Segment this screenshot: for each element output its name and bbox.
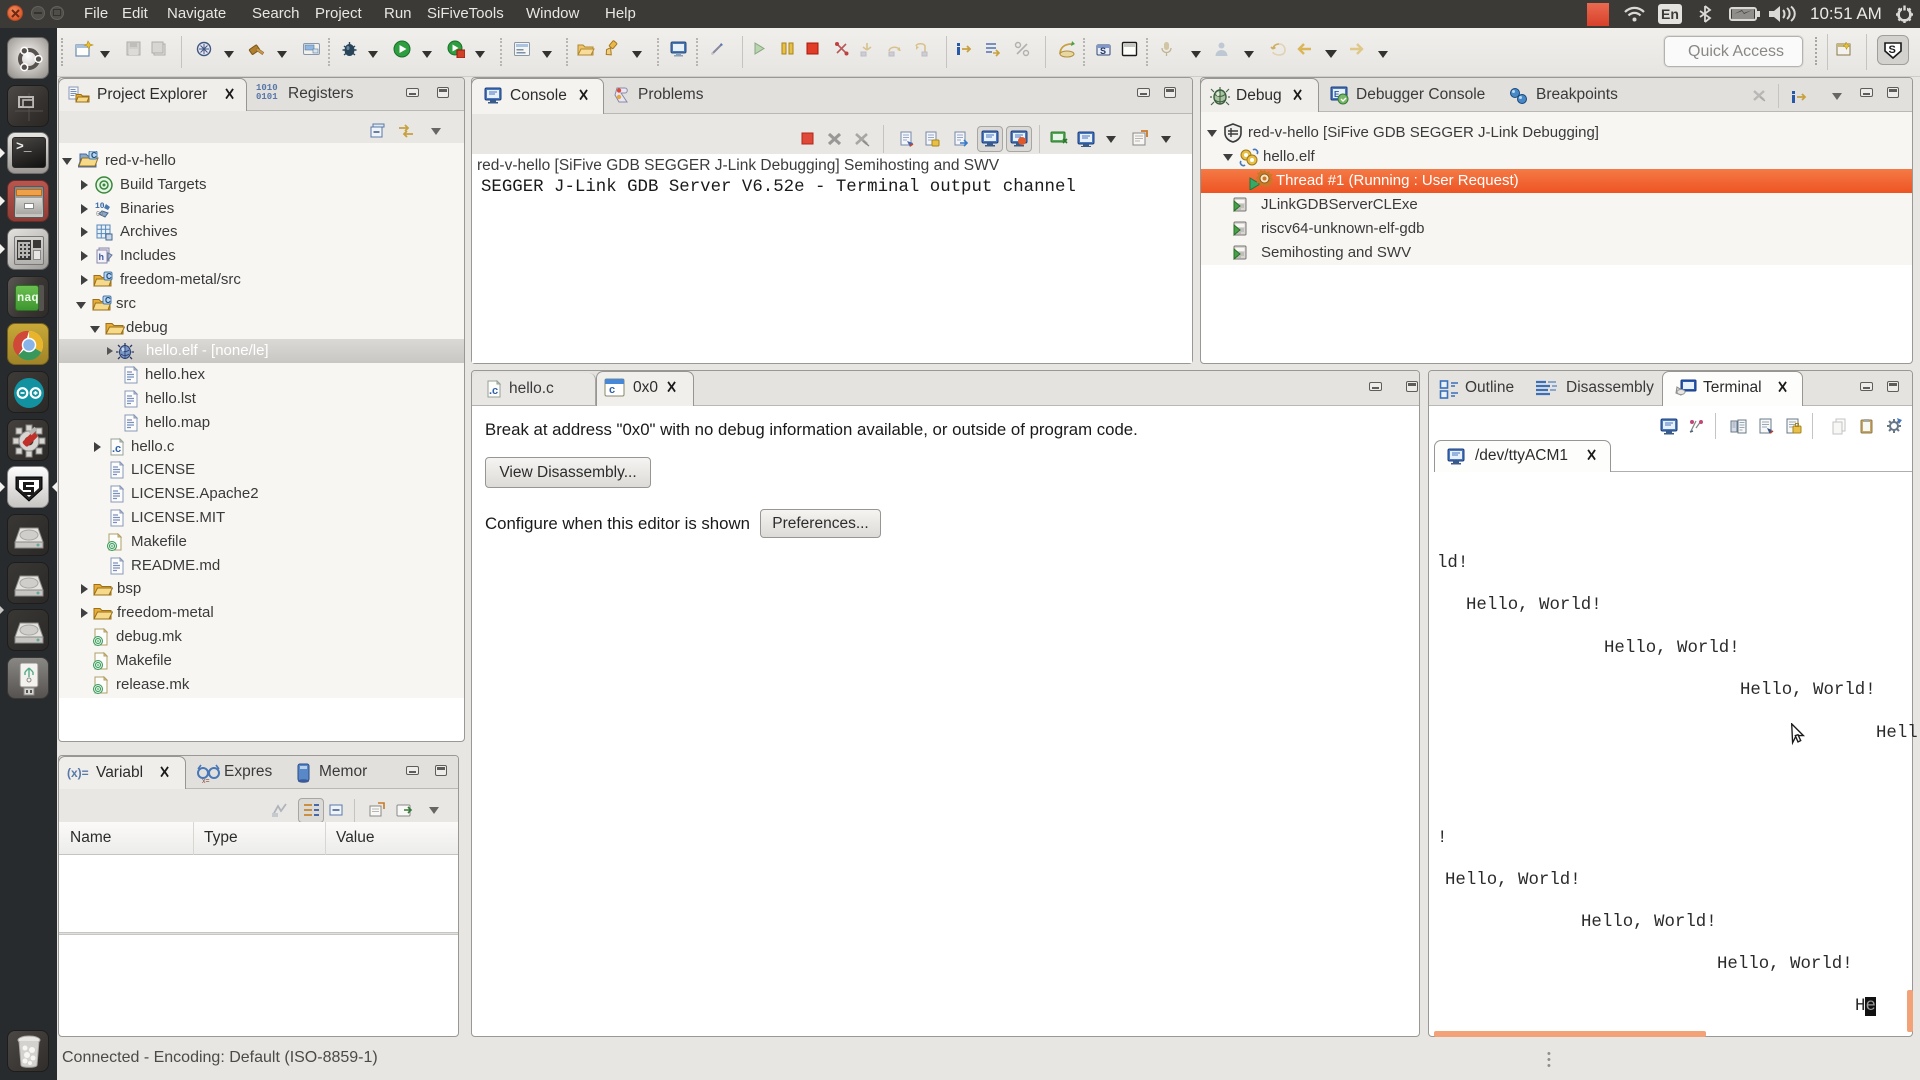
svg-text:S: S [1889, 44, 1896, 56]
svg-text:c: c [609, 384, 615, 396]
svg-text:x=: x= [202, 778, 210, 783]
svg-text:S: S [1100, 46, 1106, 56]
